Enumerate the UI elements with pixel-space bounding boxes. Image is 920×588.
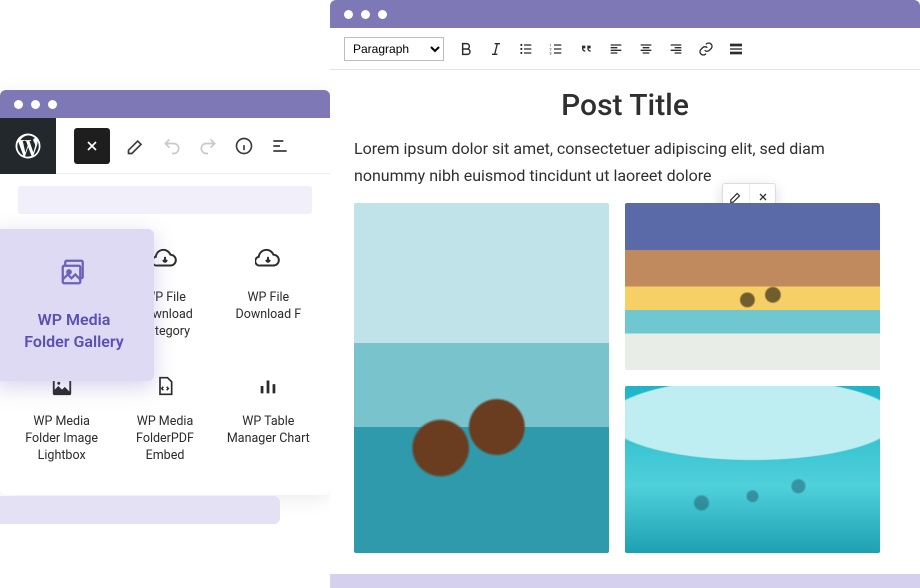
decorative-strip-left [0, 496, 280, 524]
wordpress-icon [13, 131, 43, 161]
list-icon [270, 136, 290, 156]
align-left-button[interactable] [608, 41, 624, 57]
edit-button[interactable] [126, 136, 146, 156]
close-icon [84, 138, 100, 154]
read-more-icon [728, 41, 744, 57]
post-editor-window: Paragraph 123 Post Title Lorem ipsum dol… [330, 0, 920, 553]
cloud-download-icon [152, 246, 178, 278]
block-label: WP Media Folder Image Lightbox [18, 414, 105, 465]
outline-button[interactable] [270, 136, 290, 156]
decorative-strip-bottom [330, 574, 920, 588]
traffic-light-dot[interactable] [344, 10, 353, 19]
editor-top-toolbar [0, 118, 330, 174]
post-content-area: Post Title Lorem ipsum dolor sit amet, c… [330, 70, 920, 553]
link-icon [698, 41, 714, 57]
wordpress-logo[interactable] [0, 118, 56, 174]
code-file-icon [155, 375, 175, 403]
block-wp-file-download-file[interactable]: WP File Download F [221, 232, 316, 351]
window-titlebar-left [0, 90, 330, 118]
read-more-button[interactable] [728, 41, 744, 57]
block-label: WP Media FolderPDF Embed [121, 414, 208, 465]
align-left-icon [608, 41, 624, 57]
bullet-list-button[interactable] [518, 41, 534, 57]
italic-icon [488, 41, 504, 57]
post-body-paragraph[interactable]: Lorem ipsum dolor sit amet, consectetuer… [354, 135, 896, 189]
block-wp-media-folder-gallery[interactable]: WP Media Folder Gallery [0, 229, 154, 381]
cloud-download-icon [255, 246, 281, 278]
window-titlebar-right [330, 0, 920, 28]
traffic-light-dot[interactable] [48, 100, 57, 109]
align-center-button[interactable] [638, 41, 654, 57]
block-picker-window: WP Media Folder Gallery WP File Download… [0, 90, 330, 495]
traffic-light-dot[interactable] [361, 10, 370, 19]
ordered-list-button[interactable]: 123 [548, 41, 564, 57]
traffic-light-dot[interactable] [14, 100, 23, 109]
blockquote-button[interactable] [578, 41, 594, 57]
ordered-list-icon: 123 [548, 41, 564, 57]
svg-text:3: 3 [549, 50, 551, 55]
close-icon [757, 191, 769, 203]
gallery-image-beach-boats[interactable] [354, 203, 609, 553]
bold-icon [458, 41, 474, 57]
undo-icon [162, 136, 182, 156]
traffic-light-dot[interactable] [31, 100, 40, 109]
block-search-input[interactable] [18, 186, 312, 214]
pencil-icon [729, 190, 743, 204]
bullet-list-icon [518, 41, 534, 57]
paragraph-format-select[interactable]: Paragraph [344, 37, 444, 61]
media-gallery[interactable] [354, 203, 896, 553]
redo-icon [198, 136, 218, 156]
featured-block-label: WP Media Folder Gallery [24, 309, 123, 352]
info-icon [234, 136, 254, 156]
block-label: WP Table Manager Chart [225, 414, 312, 448]
traffic-light-dot[interactable] [378, 10, 387, 19]
gallery-image-sunset-girls[interactable] [625, 203, 880, 370]
quote-icon [578, 41, 594, 57]
align-center-icon [638, 41, 654, 57]
block-wp-table-manager-chart[interactable]: WP Table Manager Chart [221, 361, 316, 476]
close-inserter-button[interactable] [74, 128, 110, 164]
pencil-icon [126, 136, 146, 156]
gallery-image-surfers-wave[interactable] [625, 386, 880, 553]
redo-button[interactable] [198, 136, 218, 156]
bar-chart-icon [257, 375, 279, 403]
block-label: WP File Download F [225, 290, 312, 324]
link-button[interactable] [698, 41, 714, 57]
info-button[interactable] [234, 136, 254, 156]
align-right-button[interactable] [668, 41, 684, 57]
rich-text-toolbar: Paragraph 123 [330, 28, 920, 70]
undo-button[interactable] [162, 136, 182, 156]
align-right-icon [668, 41, 684, 57]
gallery-icon [59, 257, 89, 291]
post-title[interactable]: Post Title [354, 88, 896, 123]
top-actions [56, 128, 290, 164]
italic-button[interactable] [488, 41, 504, 57]
bold-button[interactable] [458, 41, 474, 57]
